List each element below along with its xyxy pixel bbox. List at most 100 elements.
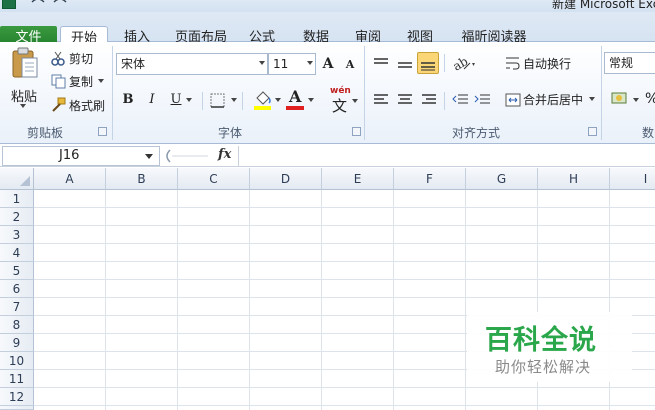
merge-center-icon[interactable] xyxy=(505,92,521,108)
increase-indent-icon[interactable] xyxy=(474,92,492,108)
row-header[interactable]: 13 xyxy=(0,406,34,410)
column-header[interactable]: G xyxy=(466,168,538,190)
underline-button[interactable]: U xyxy=(166,90,186,110)
align-center-icon[interactable] xyxy=(396,92,414,108)
formula-bar-splitter[interactable] xyxy=(162,148,212,164)
fill-color-dropdown-arrow[interactable] xyxy=(275,98,281,102)
bold-button[interactable]: B xyxy=(118,90,138,110)
column-header[interactable]: B xyxy=(106,168,178,190)
grow-font-button[interactable]: A xyxy=(318,54,338,74)
clipboard-group-label: 剪贴板 xyxy=(26,126,63,140)
row-header[interactable]: 8 xyxy=(0,316,34,334)
accounting-dropdown-arrow[interactable] xyxy=(633,98,639,102)
align-right-icon[interactable] xyxy=(420,92,438,108)
formula-input[interactable] xyxy=(238,146,655,166)
font-color-swatch xyxy=(286,106,304,110)
row-header[interactable]: 7 xyxy=(0,298,34,316)
column-header[interactable]: D xyxy=(250,168,322,190)
row-header[interactable]: 4 xyxy=(0,244,34,262)
name-box[interactable]: J16 xyxy=(2,146,160,166)
borders-icon[interactable] xyxy=(209,92,227,110)
font-size-value: 11 xyxy=(273,57,289,71)
grid-line xyxy=(34,243,655,244)
column-header[interactable]: F xyxy=(394,168,466,190)
copy-dropdown-arrow xyxy=(98,79,105,83)
cut-button[interactable]: 剪切 xyxy=(50,48,93,68)
column-header[interactable]: E xyxy=(322,168,394,190)
row-header[interactable]: 12 xyxy=(0,388,34,406)
group-separator xyxy=(601,46,602,140)
watermark-title: 百科全说 xyxy=(485,325,597,356)
font-color-icon: A xyxy=(289,87,302,106)
column-header[interactable]: C xyxy=(178,168,250,190)
row-header[interactable]: 9 xyxy=(0,334,34,352)
divider xyxy=(444,92,445,110)
underline-dropdown-arrow[interactable] xyxy=(186,98,192,102)
font-size-combo[interactable]: 11 xyxy=(268,53,316,75)
wrap-text-button[interactable]: 自动换行 xyxy=(523,53,571,73)
wrap-text-icon[interactable] xyxy=(505,55,521,71)
insert-function-button[interactable]: fx xyxy=(218,147,231,162)
column-header[interactable]: H xyxy=(538,168,610,190)
align-left-icon[interactable] xyxy=(372,92,390,108)
number-format-combo[interactable]: 常规 xyxy=(604,52,655,74)
paste-icon xyxy=(12,47,38,78)
grid-line xyxy=(105,190,106,410)
formula-bar: J16 fx xyxy=(0,145,655,167)
borders-dropdown-arrow[interactable] xyxy=(231,98,237,102)
number-format-value: 常规 xyxy=(609,56,634,70)
clipboard-dialog-launcher[interactable] xyxy=(98,127,107,136)
align-middle-icon[interactable] xyxy=(396,56,414,72)
font-color-button[interactable]: A xyxy=(285,87,305,111)
alignment-dialog-launcher[interactable] xyxy=(588,127,597,136)
decrease-indent-icon[interactable] xyxy=(452,92,470,108)
scissors-icon xyxy=(51,51,65,66)
align-bottom-button[interactable] xyxy=(417,52,439,74)
divider xyxy=(242,92,243,110)
align-top-icon[interactable] xyxy=(372,56,390,72)
paste-button[interactable]: 粘贴 xyxy=(6,46,44,112)
group-separator xyxy=(112,46,113,140)
fill-color-icon[interactable] xyxy=(253,89,273,111)
merge-center-button[interactable]: 合并后居中 xyxy=(523,89,596,109)
phonetic-dropdown-arrow xyxy=(352,99,358,103)
font-name-combo[interactable]: 宋体 xyxy=(116,53,268,75)
paste-label: 粘贴 xyxy=(11,90,38,105)
shrink-font-button[interactable]: A xyxy=(340,55,360,75)
accounting-format-icon[interactable] xyxy=(610,90,630,108)
font-color-dropdown-arrow[interactable] xyxy=(308,98,314,102)
column-header[interactable]: I xyxy=(610,168,655,190)
orientation-icon[interactable]: ab xyxy=(452,54,478,72)
ribbon-home: 粘贴 剪切 复制 格式刷 剪贴板 宋体 11 A A B I U A wén 文… xyxy=(0,42,655,144)
quick-access-toolbar[interactable] xyxy=(22,0,82,8)
grow-font-icon: A xyxy=(322,56,334,72)
merge-center-label: 合并后居中 xyxy=(523,92,584,107)
align-bottom-icon xyxy=(421,62,435,71)
copy-label: 复制 xyxy=(69,74,94,89)
chevron-down-icon xyxy=(307,61,313,65)
paste-dropdown-arrow xyxy=(20,104,26,108)
chevron-down-icon xyxy=(259,61,265,65)
row-header[interactable]: 5 xyxy=(0,262,34,280)
row-header[interactable]: 6 xyxy=(0,280,34,298)
cut-label: 剪切 xyxy=(69,51,94,66)
format-painter-button[interactable]: 格式刷 xyxy=(50,95,105,115)
font-dialog-launcher[interactable] xyxy=(352,127,361,136)
column-header[interactable]: A xyxy=(34,168,106,190)
percent-button[interactable]: % xyxy=(645,91,655,107)
row-header[interactable]: 11 xyxy=(0,370,34,388)
copy-button[interactable]: 复制 xyxy=(50,71,105,91)
wrap-text-label: 自动换行 xyxy=(523,56,572,71)
row-header[interactable]: 3 xyxy=(0,226,34,244)
row-header[interactable]: 10 xyxy=(0,352,34,370)
select-all-button[interactable] xyxy=(0,168,34,190)
italic-button[interactable]: I xyxy=(142,90,162,110)
copy-icon xyxy=(51,74,66,89)
ribbon-tabs: 文件 开始 插入 页面布局 公式 数据 审阅 视图 福昕阅读器 xyxy=(0,12,655,54)
divider xyxy=(444,54,445,72)
row-header[interactable]: 2 xyxy=(0,208,34,226)
excel-window: 新建 Microsoft Exc 文件 开始 插入 页面布局 公式 数据 审阅 … xyxy=(0,0,655,410)
excel-app-icon[interactable] xyxy=(2,0,16,9)
phonetic-button[interactable]: wén 文 xyxy=(328,86,358,115)
row-header[interactable]: 1 xyxy=(0,190,34,208)
